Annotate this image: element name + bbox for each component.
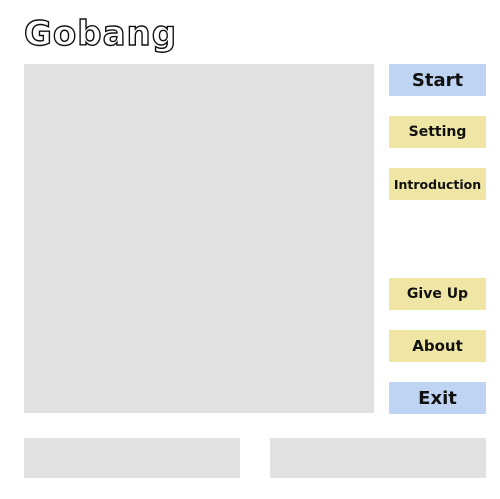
app-title: Gobang	[23, 13, 178, 54]
about-button[interactable]: About	[389, 330, 486, 362]
game-window: Gobang Start Setting Introduction Give U…	[0, 0, 500, 499]
give-up-button[interactable]: Give Up	[389, 278, 486, 310]
setting-button[interactable]: Setting	[389, 116, 486, 148]
player-one-panel	[24, 438, 240, 478]
game-board[interactable]	[24, 64, 374, 413]
player-two-panel	[270, 438, 486, 478]
exit-button[interactable]: Exit	[389, 382, 486, 414]
start-button[interactable]: Start	[389, 64, 486, 96]
introduction-button[interactable]: Introduction	[389, 168, 486, 200]
